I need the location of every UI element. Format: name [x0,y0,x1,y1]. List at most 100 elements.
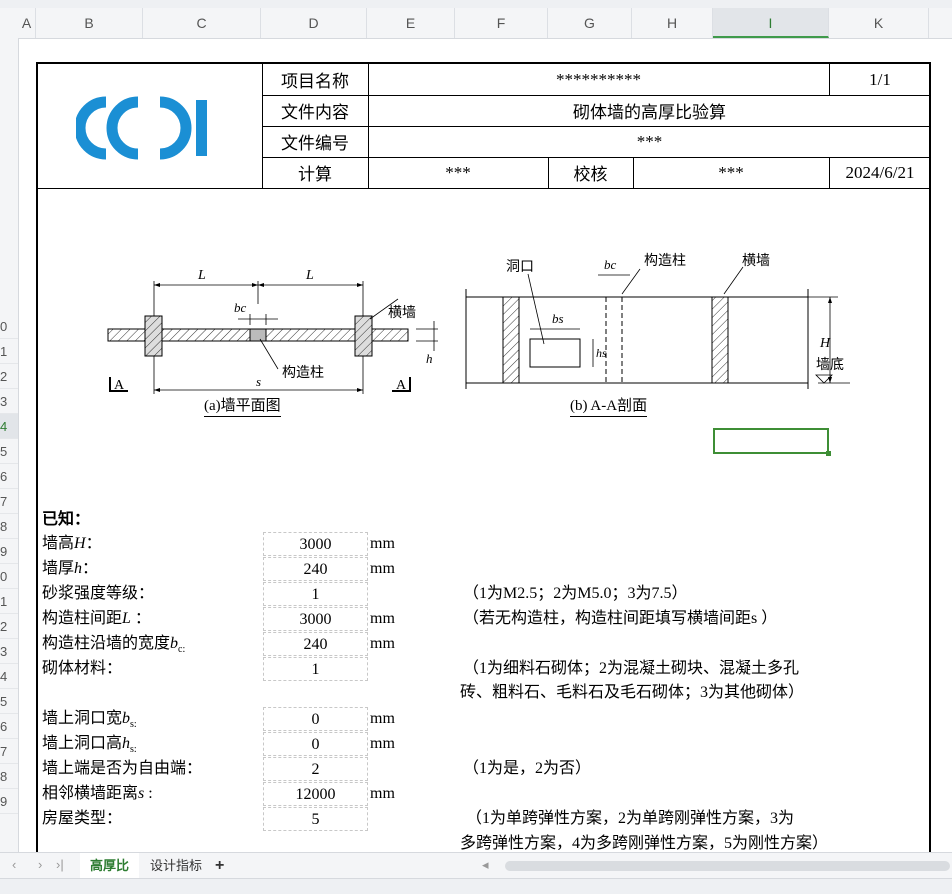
wall-section-diagram: bs hs 洞口 bc 构造柱 横墙 H 墙底 [465,253,850,389]
opening-height-input[interactable]: 0 [263,732,368,756]
row-header[interactable]: 5 [0,439,18,464]
row-header[interactable]: 7 [0,739,18,764]
dim-L-left: L [197,268,206,283]
row-header[interactable]: 3 [0,639,18,664]
wall-bottom-label: 墙底 [816,357,844,373]
status-bar [0,878,952,894]
section-A-right: A [396,378,407,393]
mortar-grade-input[interactable]: 1 [263,582,368,606]
column-width-unit: mm [370,635,395,652]
column-spacing-input[interactable]: 3000 [263,607,368,631]
section-caption: (b) A-A剖面 [570,396,648,417]
opening-height-unit: mm [370,735,395,752]
row-header-active[interactable]: 4 [0,414,18,439]
row-header[interactable]: 7 [0,489,18,514]
check-value[interactable]: *** [633,157,829,188]
row-header[interactable]: 4 [0,664,18,689]
tab-design-indices[interactable]: 设计指标 [140,853,212,878]
row-header[interactable]: 1 [0,589,18,614]
column-width-input[interactable]: 240 [263,632,368,656]
section-column-label: 构造柱 [644,253,686,269]
row-header[interactable]: 9 [0,789,18,814]
next-sheet-icon[interactable]: › [38,857,42,872]
row-header[interactable]: 8 [0,514,18,539]
tab-height-thickness-ratio[interactable]: 高厚比 [80,853,140,880]
sheet-tab-bar: ‹ › ›| 高厚比 设计指标 + ◂ [0,852,952,880]
param-label-free-end: 墙上端是否为自由端： [42,760,203,777]
known-title: 已知： [42,511,91,528]
project-name-value[interactable]: ********** [368,64,829,95]
scroll-left-icon[interactable]: ◂ [482,857,489,873]
calc-value[interactable]: *** [368,157,548,188]
dim-bs: bs [552,311,564,326]
file-number-value[interactable]: *** [368,126,931,157]
check-label: 校核 [573,165,608,184]
masonry-material-input[interactable]: 1 [263,657,368,681]
first-sheet-icon[interactable]: ‹ [12,857,16,872]
building-type-note: （1为单跨弹性方案，2为单跨刚弹性方案，3为 [466,810,795,827]
row-header[interactable]: 6 [0,714,18,739]
wall-height-input[interactable]: 3000 [263,532,368,556]
column-header-b[interactable]: B [36,8,143,38]
dim-H: H [819,336,831,351]
column-header-bar: A B C D E F G H I K [0,8,952,39]
row-header[interactable]: 5 [0,689,18,714]
wall-height-unit: mm [370,535,395,552]
column-header-e[interactable]: E [367,8,455,38]
column-spacing-unit: mm [370,610,395,627]
column-header-h[interactable]: H [632,8,713,38]
dim-s: s [256,374,261,389]
row-header[interactable]: 3 [0,389,18,414]
file-number-label: 文件编号 [281,134,349,153]
row-header[interactable]: 0 [0,314,18,339]
mortar-grade-note: （1为M2.5；2为M5.0；3为7.5） [463,585,688,602]
row-header[interactable]: 6 [0,464,18,489]
cross-wall-label: 横墙 [388,305,416,321]
calc-label: 计算 [298,165,332,184]
horizontal-scrollbar[interactable] [505,861,950,871]
building-type-input[interactable]: 5 [263,807,368,831]
file-content-label: 文件内容 [281,103,349,122]
section-cross-wall-label: 横墙 [742,253,770,269]
opening-width-input[interactable]: 0 [263,707,368,731]
column-header-c[interactable]: C [143,8,261,38]
column-header-g[interactable]: G [548,8,632,38]
date-value[interactable]: 2024/6/21 [829,157,931,188]
column-header-a[interactable]: A [18,8,36,38]
plan-caption: (a)墙平面图 [204,396,281,417]
column-header-f[interactable]: F [455,8,548,38]
opening-label: 洞口 [506,259,534,275]
row-header[interactable]: 9 [0,539,18,564]
dim-hs: hs [596,346,607,360]
row-header[interactable]: 8 [0,764,18,789]
page-number[interactable]: 1/1 [829,64,931,95]
masonry-material-note: （1为细料石砌体；2为混凝土砌块、混凝土多孔 [463,660,800,677]
section-dim-bc: bc [604,257,617,272]
add-sheet-button[interactable]: + [205,853,234,878]
row-header[interactable]: 0 [0,564,18,589]
column-header-d[interactable]: D [261,8,367,38]
column-header-i[interactable]: I [713,8,829,38]
column-header-k[interactable]: K [829,8,929,38]
project-name-label: 项目名称 [281,72,349,91]
row-header-gutter: 0 1 2 3 4 5 6 7 8 9 0 1 2 3 4 5 6 7 8 9 [0,38,19,852]
section-A-left: A [114,378,125,393]
param-label-masonry-material: 砌体材料： [42,660,123,677]
last-sheet-icon[interactable]: ›| [56,857,64,872]
company-logo [74,94,226,162]
free-end-input[interactable]: 2 [263,757,368,781]
wall-thickness-unit: mm [370,560,395,577]
wall-thickness-input[interactable]: 240 [263,557,368,581]
param-label-building-type: 房屋类型： [42,810,123,827]
row-header[interactable]: 2 [0,364,18,389]
selected-cell[interactable] [713,428,831,456]
column-spacing-note: （若无构造柱，构造柱间距填写横墙间距s ） [463,610,778,627]
dim-L-right: L [305,268,314,283]
param-label-cross-wall-distance: 相邻横墙距离s : [42,785,153,802]
row-header[interactable]: 2 [0,614,18,639]
cross-wall-distance-input[interactable]: 12000 [263,782,368,806]
file-content-value[interactable]: 砌体墙的高厚比验算 [368,95,931,126]
calculation-sheet: 项目名称 ********** 1/1 文件内容 砌体墙的高厚比验算 文件编号 … [36,62,931,862]
param-label-mortar-grade: 砂浆强度等级： [42,585,155,602]
row-header[interactable]: 1 [0,339,18,364]
